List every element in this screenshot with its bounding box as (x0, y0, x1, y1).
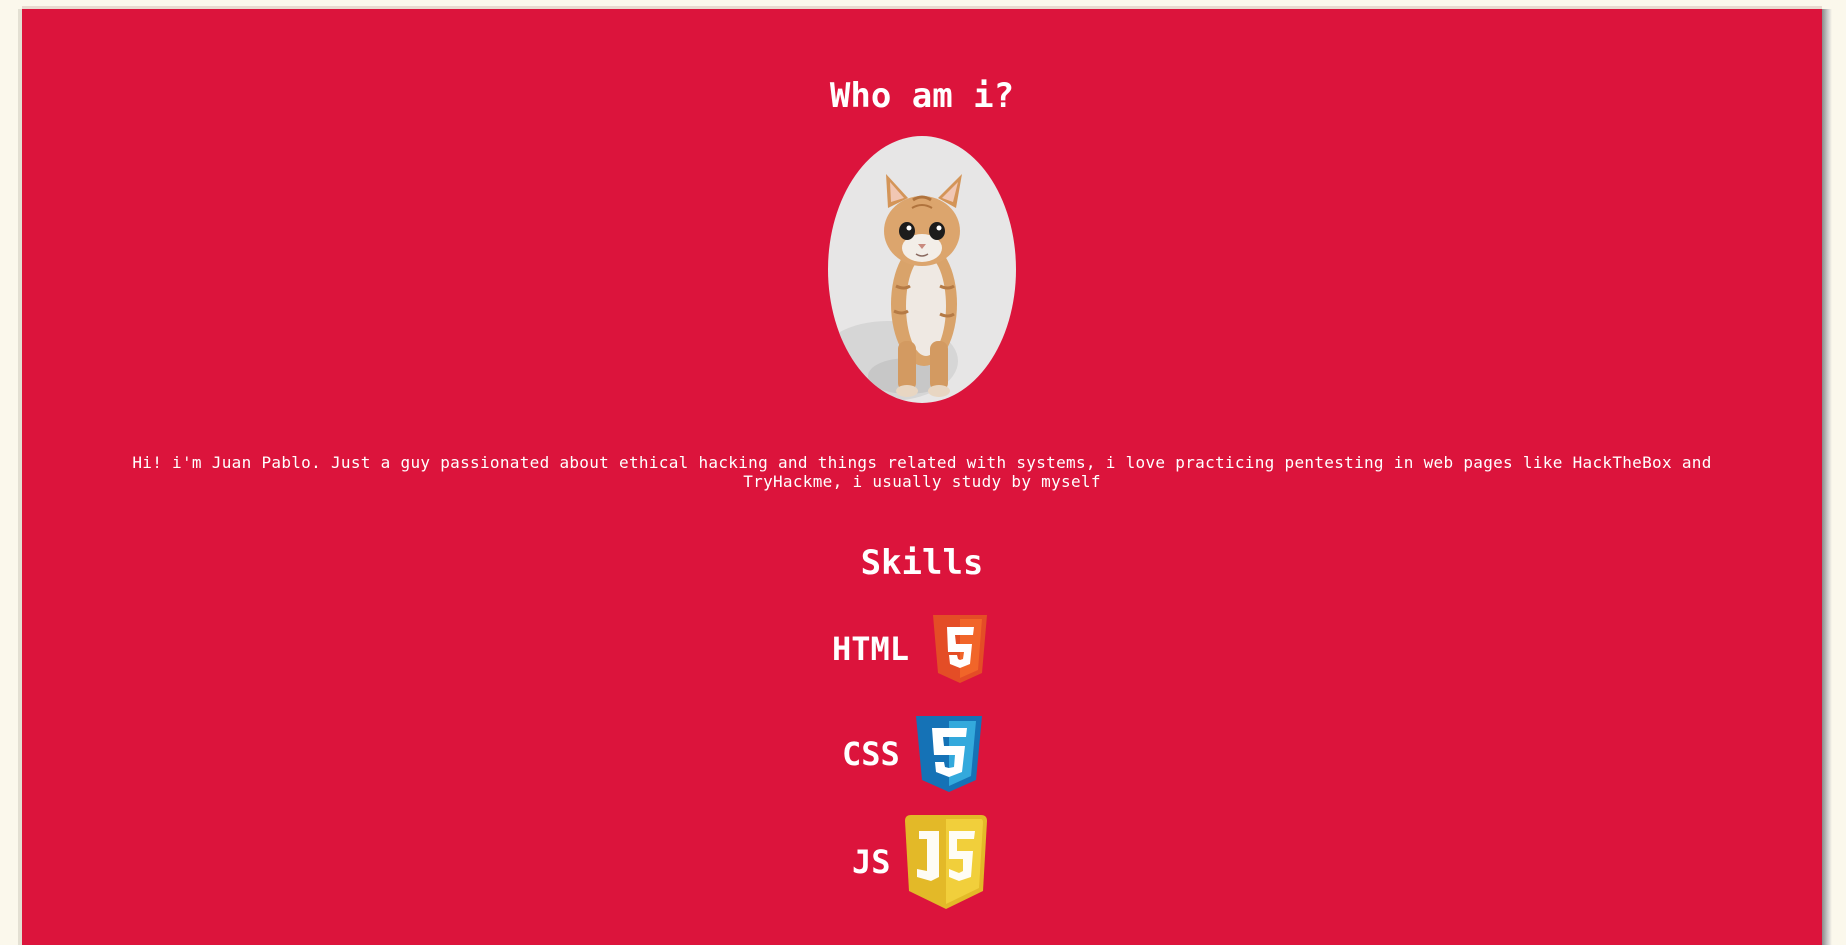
skill-label: JS (852, 843, 891, 881)
css3-logo-icon (915, 716, 982, 792)
skill-css: CSS (842, 716, 982, 792)
page-content: Who am i? Hi! i'm Juan Pablo. Just a guy… (22, 9, 1822, 945)
about-heading: Who am i? (829, 76, 1015, 116)
skill-html: HTML (832, 615, 988, 683)
skill-label: HTML (832, 630, 910, 668)
scrollbar[interactable] (1822, 9, 1832, 945)
skills-heading: Skills (860, 543, 984, 583)
skill-js: JS (852, 815, 987, 909)
skill-label: CSS (842, 735, 900, 773)
bio-text: Hi! i'm Juan Pablo. Just a guy passionat… (132, 453, 1712, 491)
kitten-photo-icon (828, 174, 962, 401)
js-logo-icon (904, 815, 987, 909)
html5-logo-icon (933, 615, 988, 683)
avatar (828, 136, 1016, 403)
